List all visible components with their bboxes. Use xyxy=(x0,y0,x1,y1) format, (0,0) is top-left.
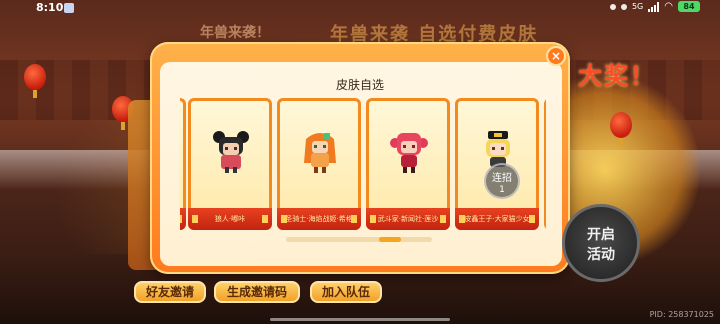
do-not-disturb-icon xyxy=(620,3,627,10)
lantern-icon xyxy=(610,112,632,146)
alarm-icon xyxy=(609,3,616,10)
skin-card-partial[interactable] xyxy=(180,98,186,230)
start-event-button[interactable]: 开启 活动 xyxy=(562,204,640,282)
flame-knight-sprite-icon xyxy=(304,133,336,173)
pink-fighter-sprite-icon xyxy=(390,133,428,173)
network-type: 5G xyxy=(631,2,644,11)
generate-code-button[interactable]: 生成邀请码 xyxy=(214,281,300,303)
skin-card[interactable]: 圣骑士·海焰战姬·希格 xyxy=(277,98,361,230)
app-notification-icon xyxy=(64,3,74,13)
join-team-button[interactable]: 加入队伍 xyxy=(310,281,382,303)
signal-icon xyxy=(648,1,660,12)
combo-label: 连招 xyxy=(492,173,512,184)
carousel-scroll-thumb[interactable] xyxy=(379,237,401,242)
skin-card-label: 皮鑫王子·大家猫少女 xyxy=(455,208,539,230)
skin-card-label: 武斗家·新闻社·莲沙 xyxy=(366,208,450,230)
wolf-girl-sprite-icon xyxy=(213,131,249,173)
combo-button[interactable]: 连招 1 xyxy=(484,163,520,199)
skin-card-label: 圣骑士·海焰战姬·希格 xyxy=(277,208,361,230)
start-event-line1: 开启 xyxy=(587,227,615,243)
status-time: 8:10 xyxy=(36,1,64,14)
close-button[interactable]: × xyxy=(546,46,566,66)
lantern-icon xyxy=(24,64,46,98)
invite-friends-button[interactable]: 好友邀请 xyxy=(134,281,206,303)
skin-card[interactable]: 武斗家·新闻社·莲沙 xyxy=(366,98,450,230)
skin-card-label: 狼人·嘟咔 xyxy=(188,208,272,230)
skin-card-partial[interactable] xyxy=(544,98,546,230)
big-prize-text: 大奖！ xyxy=(578,62,656,90)
wifi-icon: ◠ xyxy=(664,1,673,12)
start-event-line2: 活动 xyxy=(587,247,615,263)
home-indicator[interactable] xyxy=(270,318,450,321)
player-id: PID: 258371025 xyxy=(649,310,714,319)
new-year-heading: 年兽来袭！ xyxy=(200,25,270,41)
status-bar: 8:10 5G ◠ 84 xyxy=(0,0,720,16)
carousel-scrollbar[interactable] xyxy=(286,237,432,242)
battery-icon: 84 xyxy=(678,1,700,12)
modal-title: 皮肤自选 xyxy=(335,78,384,92)
skin-card[interactable]: 狼人·嘟咔 xyxy=(188,98,272,230)
combo-count: 1 xyxy=(499,185,505,195)
status-indicators: 5G ◠ 84 xyxy=(609,1,700,12)
